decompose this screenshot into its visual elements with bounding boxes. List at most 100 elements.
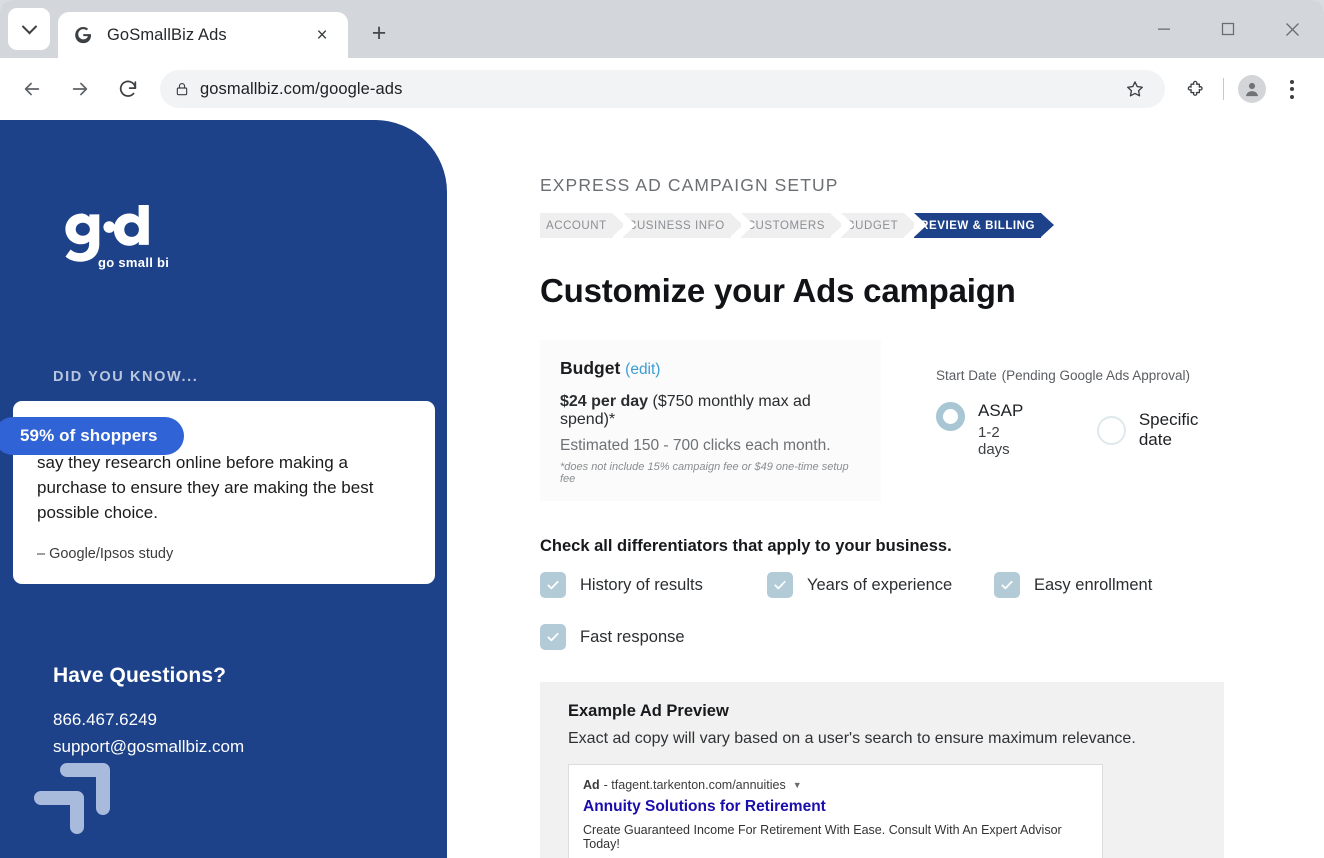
- address-text[interactable]: gosmallbiz.com/google-ads: [200, 80, 1113, 99]
- lock-icon: [164, 74, 200, 104]
- kebab-menu-icon[interactable]: [1272, 69, 1312, 109]
- radio-option-specific-date[interactable]: Specific date: [1096, 401, 1224, 458]
- maximize-button[interactable]: [1196, 0, 1260, 58]
- ad-description: Create Guaranteed Income For Retirement …: [583, 823, 1062, 851]
- start-date-note: (Pending Google Ads Approval): [1001, 368, 1191, 383]
- gsb-logo-mark: go small biz: [65, 205, 168, 270]
- ad-url-row: Ad - tfagent.tarkenton.com/annuities ▼: [583, 778, 1088, 792]
- fact-stat-badge: 59% of shoppers: [0, 417, 184, 455]
- forward-arrow-icon[interactable]: [60, 69, 100, 109]
- chevron-down-icon: [21, 18, 37, 34]
- budget-fine-print: *does not include 15% campaign fee or $4…: [560, 461, 849, 485]
- avatar-icon[interactable]: [1232, 69, 1272, 109]
- budget-estimate: Estimated 150 - 700 clicks each month.: [560, 437, 831, 454]
- budget-summary-card: Budget (edit) $24 per day ($750 monthly …: [540, 340, 881, 501]
- radio-option-asap[interactable]: ASAP 1-2 days: [936, 401, 1027, 458]
- page-title: Customize your Ads campaign: [540, 272, 1016, 309]
- google-g-icon: [72, 25, 93, 46]
- fact-card: 59% of shoppers say they research online…: [0, 401, 435, 584]
- gsb-logo: go small biz: [56, 205, 168, 271]
- step-business-info[interactable]: BUSINESS INFO: [622, 213, 744, 238]
- step-label: BUSINESS INFO: [628, 219, 725, 232]
- tab-strip: GoSmallBiz Ads × +: [0, 0, 1324, 58]
- ad-preview-heading: Example Ad Preview: [568, 702, 729, 720]
- step-label: CUSTOMERS: [746, 219, 825, 232]
- fact-body: say they research online before making a…: [37, 453, 374, 522]
- have-questions-heading: Have Questions?: [53, 663, 227, 687]
- step-budget[interactable]: BUDGET: [840, 213, 917, 238]
- window-controls: [1132, 0, 1324, 58]
- page-content: go small biz DID YOU KNOW... 59% of shop…: [0, 120, 1324, 858]
- checkbox-label: History of results: [580, 575, 703, 594]
- tab-search-button[interactable]: [8, 8, 50, 50]
- radio-specific-date-label: Specific date: [1138, 409, 1199, 449]
- ad-url: - tfagent.tarkenton.com/annuities: [603, 778, 786, 792]
- step-account[interactable]: ACCOUNT: [540, 213, 625, 238]
- ad-preview-card: Ad - tfagent.tarkenton.com/annuities ▼ A…: [568, 764, 1103, 858]
- puzzle-icon[interactable]: [1175, 69, 1215, 109]
- tarkenton-mark-icon: [32, 757, 114, 840]
- minimize-button[interactable]: [1132, 0, 1196, 58]
- budget-startdate-row: Budget (edit) $24 per day ($750 monthly …: [540, 340, 1224, 501]
- step-review-billing[interactable]: REVIEW & BILLING: [914, 213, 1054, 238]
- close-icon[interactable]: ×: [310, 23, 334, 47]
- step-label: BUDGET: [846, 219, 899, 232]
- check-icon[interactable]: [540, 572, 566, 598]
- browser-tab[interactable]: GoSmallBiz Ads ×: [58, 12, 348, 58]
- main-content: EXPRESS AD CAMPAIGN SETUP ACCOUNT BUSINE…: [447, 120, 1324, 858]
- start-date-section: Start Date (Pending Google Ads Approval)…: [936, 340, 1224, 458]
- check-icon[interactable]: [540, 624, 566, 650]
- checkbox-label: Years of experience: [807, 575, 953, 594]
- toolbar-divider: [1223, 78, 1224, 100]
- step-label: REVIEW & BILLING: [920, 219, 1036, 232]
- radio-specific-date-icon[interactable]: [1096, 415, 1126, 445]
- ad-preview-subtext: Exact ad copy will vary based on a user'…: [568, 730, 1136, 747]
- check-icon[interactable]: [994, 572, 1020, 598]
- support-phone[interactable]: 866.467.6249: [53, 706, 415, 734]
- checkbox-label: Fast response: [580, 627, 685, 646]
- start-date-heading-text: Start Date: [936, 368, 997, 383]
- new-tab-button[interactable]: +: [362, 16, 396, 50]
- step-customers[interactable]: CUSTOMERS: [740, 213, 844, 238]
- progress-stepper: ACCOUNT BUSINESS INFO CUSTOMERS BUDGET R…: [540, 213, 1224, 238]
- browser-window: GoSmallBiz Ads × + gosmallbiz.com/google…: [0, 0, 1324, 858]
- checkbox-history-of-results[interactable]: History of results: [540, 572, 767, 598]
- check-icon[interactable]: [767, 572, 793, 598]
- chevron-down-icon[interactable]: ▼: [793, 780, 802, 790]
- ad-headline[interactable]: Annuity Solutions for Retirement: [583, 798, 1088, 816]
- checkbox-fast-response[interactable]: Fast response: [540, 624, 767, 650]
- reload-icon[interactable]: [108, 69, 148, 109]
- radio-asap-label: ASAP: [978, 401, 1024, 420]
- radio-asap-labels: ASAP 1-2 days: [978, 401, 1027, 458]
- contact-info: 866.467.6249 support@gosmallbiz.com: [53, 706, 415, 761]
- checkbox-years-of-experience[interactable]: Years of experience: [767, 572, 994, 598]
- budget-amount: $24 per day: [560, 393, 649, 410]
- radio-asap-icon[interactable]: [936, 402, 965, 431]
- differentiators-heading: Check all differentiators that apply to …: [540, 537, 952, 555]
- start-date-options: ASAP 1-2 days Specific date: [936, 401, 1224, 458]
- checkbox-easy-enrollment[interactable]: Easy enrollment: [994, 572, 1221, 598]
- ad-preview-panel: Example Ad Preview Exact ad copy will va…: [540, 682, 1224, 858]
- svg-text:go small biz: go small biz: [98, 255, 168, 270]
- back-arrow-icon[interactable]: [12, 69, 52, 109]
- close-window-button[interactable]: [1260, 0, 1324, 58]
- did-you-know-label: DID YOU KNOW...: [53, 369, 199, 385]
- step-label: ACCOUNT: [546, 219, 607, 232]
- radio-asap-sub: 1-2 days: [978, 424, 1010, 458]
- budget-amount-line: $24 per day ($750 monthly max ad spend)*: [560, 393, 861, 429]
- address-bar[interactable]: gosmallbiz.com/google-ads: [160, 70, 1165, 108]
- checkbox-label: Easy enrollment: [1034, 575, 1153, 594]
- ad-badge: Ad: [583, 778, 600, 792]
- budget-heading-text: Budget: [560, 358, 621, 378]
- budget-heading: Budget (edit): [560, 358, 861, 379]
- star-icon[interactable]: [1113, 74, 1157, 104]
- sidebar: go small biz DID YOU KNOW... 59% of shop…: [0, 120, 447, 858]
- fact-citation: – Google/Ipsos study: [37, 545, 174, 562]
- start-date-heading: Start Date (Pending Google Ads Approval): [936, 364, 1224, 385]
- browser-toolbar: gosmallbiz.com/google-ads: [0, 58, 1324, 120]
- tab-title: GoSmallBiz Ads: [107, 25, 227, 44]
- radio-specific-date-labels: Specific date: [1139, 410, 1224, 450]
- page-eyebrow: EXPRESS AD CAMPAIGN SETUP: [540, 175, 839, 195]
- budget-edit-link[interactable]: (edit): [625, 361, 660, 378]
- differentiators-grid: History of results Years of experience E…: [540, 572, 1224, 650]
